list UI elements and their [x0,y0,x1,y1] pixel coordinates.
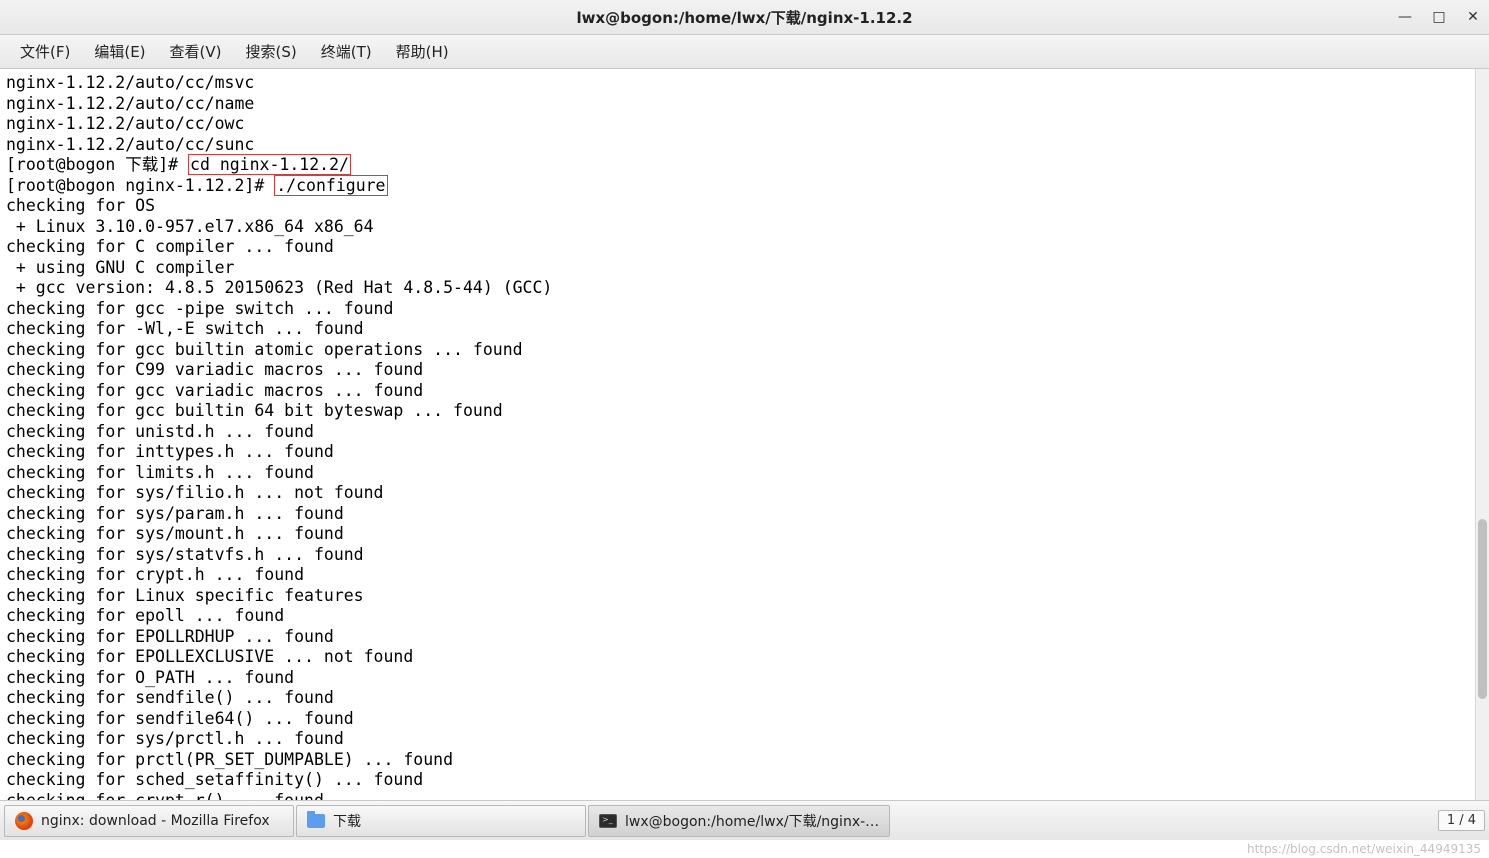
watermark: https://blog.csdn.net/weixin_44949135 [1247,840,1481,858]
output-line: + using GNU C compiler [6,258,234,277]
scrollbar-thumb[interactable] [1478,519,1487,699]
window-title: lwx@bogon:/home/lwx/下载/nginx-1.12.2 [576,7,912,28]
output-line: checking for sys/param.h ... found [6,504,344,523]
prompt-line: [root@bogon 下载]# cd nginx-1.12.2/ [6,154,351,175]
output-line: checking for O_PATH ... found [6,668,294,687]
menu-terminal[interactable]: 终端(T) [309,35,384,68]
output-line: checking for EPOLLRDHUP ... found [6,627,334,646]
output-line: checking for sys/prctl.h ... found [6,729,344,748]
taskbar-item-firefox[interactable]: nginx: download - Mozilla Firefox [4,805,294,837]
menu-search[interactable]: 搜索(S) [234,35,309,68]
output-line: checking for Linux specific features [6,586,364,605]
window-controls: — □ ✕ [1397,9,1481,25]
firefox-icon [15,812,33,830]
output-line: checking for inttypes.h ... found [6,442,334,461]
command-highlight: cd nginx-1.12.2/ [188,154,351,175]
output-line: checking for sys/filio.h ... not found [6,483,384,502]
output-line: checking for sys/mount.h ... found [6,524,344,543]
taskbar-label: nginx: download - Mozilla Firefox [41,813,270,829]
output-line: checking for prctl(PR_SET_DUMPABLE) ... … [6,750,453,769]
output-line: nginx-1.12.2/auto/cc/owc [6,114,244,133]
menu-file[interactable]: 文件(F) [8,35,82,68]
output-line: checking for -Wl,-E switch ... found [6,319,364,338]
output-line: checking for sys/statvfs.h ... found [6,545,364,564]
terminal-icon [599,812,617,830]
taskbar-label: 下载 [333,811,361,831]
output-line: checking for crypt.h ... found [6,565,304,584]
output-line: checking for OS [6,196,155,215]
command-highlight: ./configure [274,175,387,196]
output-line: checking for gcc -pipe switch ... found [6,299,393,318]
taskbar: nginx: download - Mozilla Firefox 下载 lwx… [0,800,1489,840]
menubar: 文件(F) 编辑(E) 查看(V) 搜索(S) 终端(T) 帮助(H) [0,35,1489,69]
taskbar-label: lwx@bogon:/home/lwx/下载/nginx-… [625,811,879,831]
output-line: checking for limits.h ... found [6,463,314,482]
output-line: checking for sendfile64() ... found [6,709,354,728]
output-line: + Linux 3.10.0-957.el7.x86_64 x86_64 [6,217,374,236]
output-line: checking for C99 variadic macros ... fou… [6,360,423,379]
output-line: checking for epoll ... found [6,606,284,625]
output-line: checking for C compiler ... found [6,237,334,256]
workspace-indicator[interactable]: 1 / 4 [1438,810,1485,831]
close-icon[interactable]: ✕ [1465,9,1481,25]
minimize-icon[interactable]: — [1397,9,1413,25]
menu-edit[interactable]: 编辑(E) [82,35,157,68]
menu-help[interactable]: 帮助(H) [384,35,461,68]
output-line: checking for sendfile() ... found [6,688,334,707]
taskbar-item-files[interactable]: 下载 [296,805,586,837]
output-line: nginx-1.12.2/auto/cc/name [6,94,254,113]
output-line: checking for gcc variadic macros ... fou… [6,381,423,400]
terminal-scrollbar[interactable] [1475,69,1489,801]
output-line: nginx-1.12.2/auto/cc/sunc [6,135,254,154]
terminal-output[interactable]: nginx-1.12.2/auto/cc/msvc nginx-1.12.2/a… [0,69,1489,801]
output-line: checking for gcc builtin atomic operatio… [6,340,523,359]
output-line: + gcc version: 4.8.5 20150623 (Red Hat 4… [6,278,552,297]
output-line: checking for gcc builtin 64 bit byteswap… [6,401,503,420]
titlebar: lwx@bogon:/home/lwx/下载/nginx-1.12.2 — □ … [0,0,1489,35]
output-line: checking for unistd.h ... found [6,422,314,441]
folder-icon [307,812,325,830]
output-line: checking for EPOLLEXCLUSIVE ... not foun… [6,647,413,666]
terminal-content: nginx-1.12.2/auto/cc/msvc nginx-1.12.2/a… [6,73,1483,801]
prompt-line: [root@bogon nginx-1.12.2]# ./configure [6,175,388,196]
output-line: checking for sched_setaffinity() ... fou… [6,770,423,789]
output-line: nginx-1.12.2/auto/cc/msvc [6,73,254,92]
menu-view[interactable]: 查看(V) [158,35,234,68]
maximize-icon[interactable]: □ [1431,9,1447,25]
taskbar-item-terminal[interactable]: lwx@bogon:/home/lwx/下载/nginx-… [588,805,890,837]
